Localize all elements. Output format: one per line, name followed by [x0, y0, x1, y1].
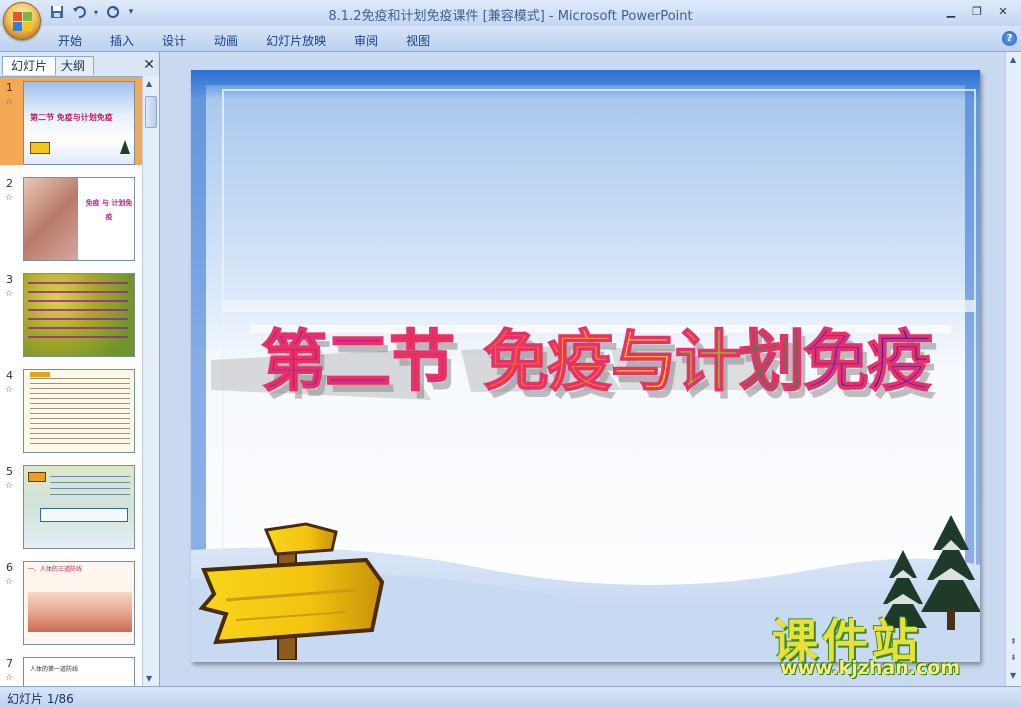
title-bar: ▾ ▾ 8.1.2免疫和计划免疫课件 [兼容模式] - Microsoft Po…: [0, 0, 1021, 40]
slides-panel: 幻灯片 大纲 ✕ 1 ☆ 第二节 免疫与计划免疫 2 ☆ 免疫 与 计划免疫 3: [0, 52, 160, 686]
thumbnail-title: 第二节 免疫与计划免疫: [30, 113, 113, 122]
thumbnail-number: 6: [6, 561, 13, 574]
tab-slideshow[interactable]: 幻灯片放映: [266, 32, 326, 49]
scroll-up-icon[interactable]: ▲: [146, 79, 152, 88]
title-glyph: 二: [325, 323, 391, 400]
thumbnail-number: 1: [6, 81, 13, 94]
thumbnail-title: 一、人体的三道防线: [28, 566, 83, 573]
thumbnail-number: 2: [6, 177, 13, 190]
office-logo-icon: [13, 12, 33, 32]
window-controls: ▁ ❐ ✕: [939, 3, 1015, 21]
thumbnail-number: 3: [6, 273, 13, 286]
signpost-mini-icon: [30, 142, 50, 154]
title-glyph: 免: [483, 323, 549, 400]
prev-slide-icon[interactable]: ⇞: [1010, 637, 1017, 646]
animation-star-icon: ☆: [5, 385, 14, 395]
title-glyph: 疫: [547, 323, 613, 400]
thumbnail-row[interactable]: 6 ☆ 一、人体的三道防线: [0, 557, 142, 645]
title-glyph: 疫: [867, 323, 933, 400]
next-slide-icon[interactable]: ⇟: [1010, 653, 1017, 662]
signpost-mini-icon: [28, 472, 46, 482]
title-glyph: 计: [675, 323, 741, 400]
close-icon[interactable]: ✕: [991, 3, 1015, 21]
animation-star-icon: ☆: [5, 97, 14, 107]
ribbon-tabs: 开始 插入 设计 动画 幻灯片放映 审阅 视图: [58, 32, 430, 49]
slide-scrollbar[interactable]: ▲ ⇞ ⇟ ▼: [1005, 52, 1021, 686]
nurse-photo-image: [24, 178, 78, 260]
thumbnail-row[interactable]: 7 ☆ 人体的第一道防线: [0, 653, 142, 686]
thumbnail-image[interactable]: 一、人体的三道防线: [23, 561, 135, 645]
thumbnail-image[interactable]: [23, 273, 135, 357]
thumbnail-image[interactable]: [23, 465, 135, 549]
thumbnail-image[interactable]: 免疫 与 计划免疫: [23, 177, 135, 261]
thumbnail-scrollbar[interactable]: ▲ ▼: [142, 76, 159, 686]
tab-outline[interactable]: 大纲: [52, 56, 95, 75]
thumbnail-box: [40, 508, 128, 522]
animation-star-icon: ☆: [5, 673, 14, 683]
window-title: 8.1.2免疫和计划免疫课件 [兼容模式] - Microsoft PowerP…: [328, 9, 693, 24]
tab-view[interactable]: 视图: [406, 32, 430, 49]
tab-review[interactable]: 审阅: [354, 32, 378, 49]
tree-mini-icon: [120, 140, 130, 154]
office-button[interactable]: [3, 2, 41, 40]
thumbnail-row[interactable]: 3 ☆: [0, 269, 142, 357]
minimize-icon[interactable]: ▁: [939, 3, 963, 21]
close-panel-icon[interactable]: ✕: [143, 57, 155, 73]
scroll-up-icon[interactable]: ▲: [1010, 55, 1016, 64]
signpost-image: [198, 522, 385, 660]
slide-workspace: 第第二二节节免免疫疫与与计计划划免免疫疫: [161, 52, 1005, 686]
animation-star-icon: ☆: [5, 193, 14, 203]
scroll-down-icon[interactable]: ▼: [146, 674, 152, 683]
slide-title[interactable]: 第第 二二 节节 免免 疫疫 与与 计计 划划 免免 疫疫: [191, 260, 980, 420]
scroll-thumb[interactable]: [145, 96, 157, 128]
thumbnail-row[interactable]: 4 ☆: [0, 365, 142, 453]
thumbnail-text-lines: [28, 282, 128, 342]
thumbnail-number: 4: [6, 369, 13, 382]
title-glyph: 与: [611, 323, 677, 400]
title-glyph: 第: [261, 323, 327, 400]
thumbnail-text-lines: [30, 378, 130, 448]
tab-insert[interactable]: 插入: [110, 32, 134, 49]
thumbnail-list: 1 ☆ 第二节 免疫与计划免疫 2 ☆ 免疫 与 计划免疫 3 ☆ 4 ☆ 5 …: [0, 76, 142, 686]
thumbnail-text-lines: [50, 476, 130, 500]
thumbnail-image[interactable]: 第二节 免疫与计划免疫: [23, 81, 135, 165]
animation-star-icon: ☆: [5, 481, 14, 491]
title-glyph: 划: [739, 323, 805, 400]
title-glyph: 节: [389, 323, 455, 400]
title-glyph: 免: [803, 323, 869, 400]
thumbnail-number: 7: [6, 657, 13, 670]
help-icon[interactable]: ?: [1002, 31, 1017, 46]
thumbnail-image[interactable]: 人体的第一道防线: [23, 657, 135, 686]
thumbnail-row[interactable]: 5 ☆: [0, 461, 142, 549]
thumbnail-image[interactable]: [23, 369, 135, 453]
tab-animations[interactable]: 动画: [214, 32, 238, 49]
tab-slides[interactable]: 幻灯片: [2, 56, 57, 75]
slide-canvas[interactable]: 第第二二节节免免疫疫与与计计划划免免疫疫: [191, 70, 980, 662]
restore-icon[interactable]: ❐: [965, 3, 989, 21]
tab-design[interactable]: 设计: [162, 32, 186, 49]
watermark-url: www.kjzhan.com: [780, 657, 961, 679]
thumbnail-number: 5: [6, 465, 13, 478]
status-bar: 幻灯片 1/86: [0, 686, 1021, 708]
ribbon: 开始 插入 设计 动画 幻灯片放映 审阅 视图 ?: [0, 26, 1021, 52]
skin-diagram-image: [28, 592, 132, 632]
animation-star-icon: ☆: [5, 577, 14, 587]
kjzhan-watermark: 课件站 www.kjzhan.com: [770, 605, 1010, 685]
tab-home[interactable]: 开始: [58, 32, 82, 49]
thumbnail-heading: [30, 372, 50, 377]
panel-tabs: 幻灯片 大纲 ✕: [0, 54, 160, 75]
thumbnail-title: 人体的第一道防线: [30, 666, 79, 673]
title-glyphs: 第第 二二 节节 免免 疫疫 与与 计计 划划 免免 疫疫: [260, 322, 938, 408]
animation-star-icon: ☆: [5, 289, 14, 299]
thumbnail-row[interactable]: 2 ☆ 免疫 与 计划免疫: [0, 173, 142, 261]
thumbnail-row[interactable]: 1 ☆ 第二节 免疫与计划免疫: [0, 77, 142, 165]
scroll-down-icon[interactable]: ▼: [1010, 671, 1016, 680]
thumbnail-title: 免疫 与 计划免疫: [85, 199, 133, 221]
slide-counter: 幻灯片 1/86: [7, 692, 74, 706]
